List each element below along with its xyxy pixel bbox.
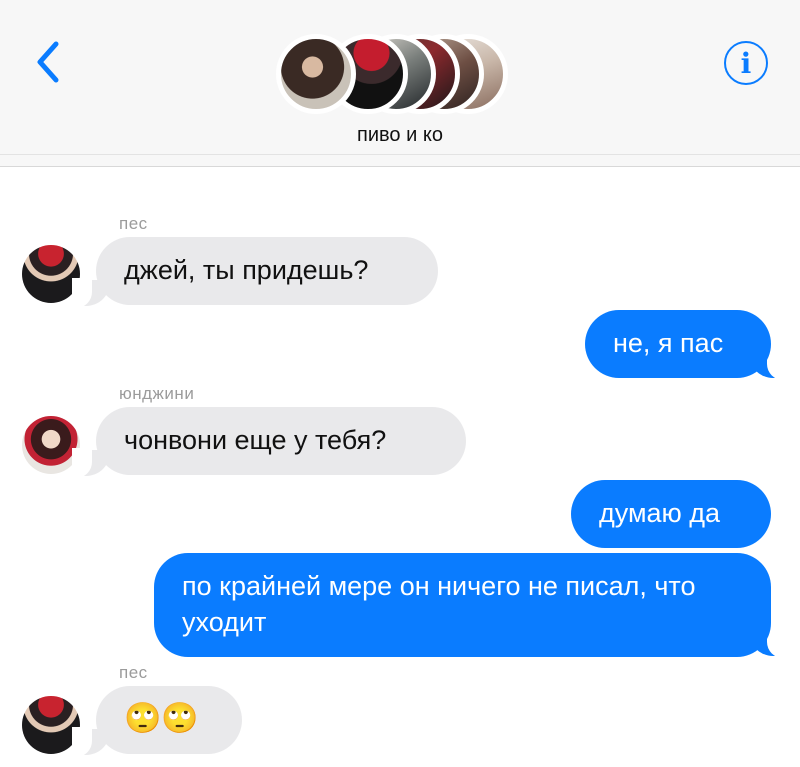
back-button[interactable] <box>30 38 70 86</box>
message-bubble-incoming[interactable]: чонвони еще у тебя? <box>96 407 466 475</box>
message-bubble-outgoing[interactable]: думаю да <box>571 480 771 548</box>
sender-name: пес <box>119 214 148 233</box>
member-avatar <box>276 34 356 114</box>
message-bubble-outgoing[interactable]: по крайней мере он ничего не писал, что … <box>154 553 771 657</box>
message-bubble-outgoing[interactable]: не, я пас <box>585 310 771 378</box>
chat-header: пиво и ко i <box>0 0 800 167</box>
chevron-left-icon <box>37 41 59 83</box>
info-button[interactable]: i <box>724 41 768 85</box>
message-bubble-incoming[interactable]: 🙄🙄 <box>96 686 242 754</box>
group-name[interactable]: пиво и ко <box>0 124 800 147</box>
message-bubble-incoming[interactable]: джей, ты придешь? <box>96 237 438 305</box>
sender-name: юнджини <box>119 384 195 403</box>
sender-name: пес <box>119 663 148 682</box>
info-icon: i <box>740 46 752 80</box>
group-avatar-stack[interactable] <box>276 34 508 114</box>
header-divider <box>0 154 800 155</box>
